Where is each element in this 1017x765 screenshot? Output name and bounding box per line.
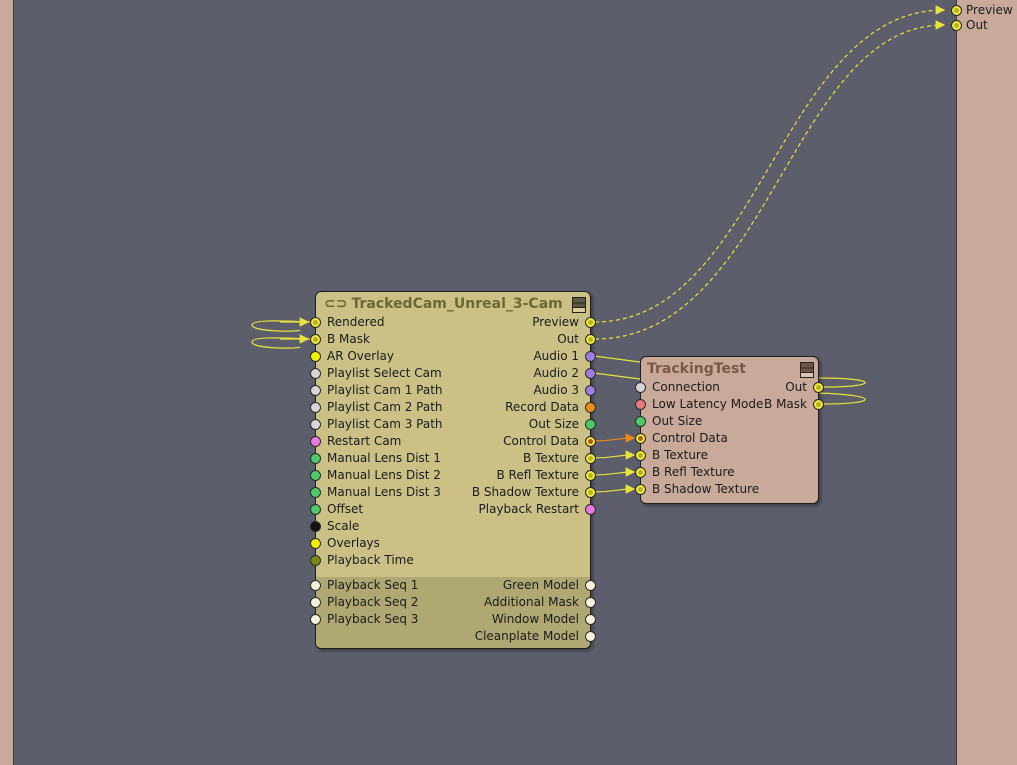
port-label: Overlays: [327, 536, 380, 550]
port-dot[interactable]: [585, 614, 596, 625]
node-title-text: TrackedCam_Unreal_3-Cam: [351, 296, 563, 312]
node-title: ⊂⊃ TrackedCam_Unreal_3-Cam: [324, 296, 563, 312]
output-port-out[interactable]: Out: [316, 331, 596, 348]
port-dot[interactable]: [635, 484, 646, 495]
port-label: Playback Restart: [478, 502, 580, 516]
port-label: Out Size: [528, 417, 579, 431]
port-dot[interactable]: [585, 504, 596, 515]
port-dot[interactable]: [951, 20, 962, 31]
input-port-b-shadow-texture[interactable]: B Shadow Texture: [635, 481, 818, 498]
link-icon: ⊂⊃: [324, 296, 348, 312]
output-port-playback-restart[interactable]: Playback Restart: [316, 501, 596, 518]
port-dot[interactable]: [635, 416, 646, 427]
port-dot[interactable]: [951, 5, 962, 16]
port-dot[interactable]: [585, 470, 596, 481]
port-dot[interactable]: [585, 436, 596, 447]
output-port-record-data[interactable]: Record Data: [316, 399, 596, 416]
output-port-cleanplate-model[interactable]: Cleanplate Model: [316, 628, 596, 645]
port-label: Additional Mask: [484, 595, 579, 609]
port-label: Control Data: [503, 434, 579, 448]
external-output-label: Out: [966, 18, 988, 32]
node-menu-icon[interactable]: [572, 297, 586, 313]
input-port-b-refl-texture[interactable]: B Refl Texture: [635, 464, 818, 481]
port-dot[interactable]: [585, 631, 596, 642]
port-label: B Texture: [523, 451, 579, 465]
output-port-b-shadow-texture[interactable]: B Shadow Texture: [316, 484, 596, 501]
port-dot[interactable]: [585, 334, 596, 345]
port-dot[interactable]: [635, 450, 646, 461]
port-label: Playback Time: [327, 553, 414, 567]
port-dot[interactable]: [585, 402, 596, 413]
port-dot[interactable]: [585, 385, 596, 396]
port-dot[interactable]: [310, 521, 321, 532]
port-label: B Shadow Texture: [471, 485, 579, 499]
port-label: Scale: [327, 519, 360, 533]
output-port-b-refl-texture[interactable]: B Refl Texture: [316, 467, 596, 484]
node-title: TrackingTest: [647, 361, 746, 377]
output-port-audio-1[interactable]: Audio 1: [316, 348, 596, 365]
input-port-control-data[interactable]: Control Data: [635, 430, 818, 447]
port-dot[interactable]: [813, 382, 824, 393]
input-port-overlays[interactable]: Overlays: [310, 535, 590, 552]
port-dot[interactable]: [635, 433, 646, 444]
node-trackingtest[interactable]: TrackingTest Connection Low Latency Mode O…: [635, 356, 824, 504]
output-port-preview[interactable]: Preview: [316, 314, 596, 331]
port-label: Audio 2: [533, 366, 579, 380]
input-port-scale[interactable]: Scale: [310, 518, 590, 535]
output-port-out[interactable]: Out: [641, 379, 824, 396]
port-dot[interactable]: [585, 419, 596, 430]
port-dot[interactable]: [585, 351, 596, 362]
input-port-playback-time[interactable]: Playback Time: [310, 552, 590, 569]
port-label: B Refl Texture: [496, 468, 579, 482]
port-label: B Refl Texture: [652, 465, 735, 479]
left-panel: [0, 0, 14, 765]
node-menu-icon[interactable]: [800, 362, 814, 378]
port-label: Audio 1: [533, 349, 579, 363]
port-label: Cleanplate Model: [474, 629, 579, 643]
port-dot[interactable]: [585, 317, 596, 328]
port-dot[interactable]: [310, 538, 321, 549]
external-output-label: Preview: [966, 3, 1013, 17]
port-label: Preview: [532, 315, 579, 329]
input-port-b-texture[interactable]: B Texture: [635, 447, 818, 464]
port-label: Control Data: [652, 431, 728, 445]
port-label: Green Model: [502, 578, 579, 592]
port-label: B Texture: [652, 448, 708, 462]
port-dot[interactable]: [585, 487, 596, 498]
port-label: Out Size: [652, 414, 703, 428]
right-panel: [956, 0, 1017, 765]
port-label: B Mask: [764, 397, 807, 411]
port-label: B Shadow Texture: [652, 482, 760, 496]
output-port-b-texture[interactable]: B Texture: [316, 450, 596, 467]
output-port-window-model[interactable]: Window Model: [316, 611, 596, 628]
port-label: Audio 3: [533, 383, 579, 397]
port-label: Out: [785, 380, 807, 394]
output-port-control-data[interactable]: Control Data: [316, 433, 596, 450]
port-dot[interactable]: [585, 368, 596, 379]
port-dot[interactable]: [310, 555, 321, 566]
port-dot[interactable]: [813, 399, 824, 410]
port-label: Record Data: [505, 400, 579, 414]
output-port-additional-mask[interactable]: Additional Mask: [316, 594, 596, 611]
port-dot[interactable]: [585, 580, 596, 591]
output-port-audio-3[interactable]: Audio 3: [316, 382, 596, 399]
node-trackedcam[interactable]: ⊂⊃ TrackedCam_Unreal_3-Cam Rendered B Mask…: [310, 291, 596, 649]
input-port-out-size[interactable]: Out Size: [635, 413, 818, 430]
output-port-audio-2[interactable]: Audio 2: [316, 365, 596, 382]
output-port-out-size[interactable]: Out Size: [316, 416, 596, 433]
port-dot[interactable]: [585, 597, 596, 608]
output-port-green-model[interactable]: Green Model: [316, 577, 596, 594]
output-port-b-mask[interactable]: B Mask: [641, 396, 824, 413]
port-label: Out: [557, 332, 579, 346]
port-dot[interactable]: [635, 467, 646, 478]
port-dot[interactable]: [585, 453, 596, 464]
port-label: Window Model: [491, 612, 579, 626]
